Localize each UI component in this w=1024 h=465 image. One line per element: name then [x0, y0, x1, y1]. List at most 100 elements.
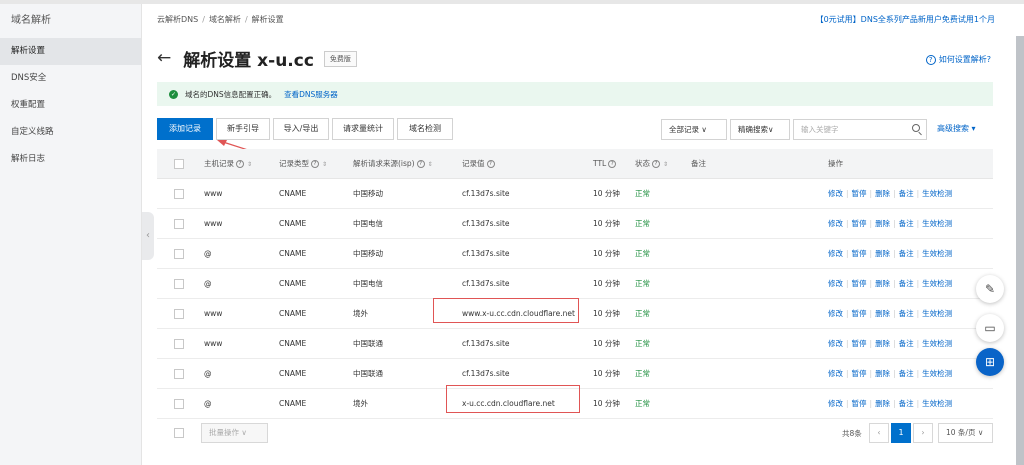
row-checkbox[interactable] — [174, 219, 184, 229]
row-action-edit[interactable]: 修改 — [828, 399, 843, 408]
sidebar-item-weight-config[interactable]: 权重配置 — [0, 92, 141, 119]
help-icon[interactable]: ? — [236, 160, 244, 168]
row-action-pause[interactable]: 暂停 — [852, 249, 867, 258]
row-action-check[interactable]: 生效检测 — [922, 339, 952, 348]
row-action-delete[interactable]: 删除 — [875, 279, 890, 288]
row-action-pause[interactable]: 暂停 — [852, 339, 867, 348]
row-action-check[interactable]: 生效检测 — [922, 219, 952, 228]
divider: | — [846, 249, 849, 258]
row-action-remark[interactable]: 备注 — [899, 279, 914, 288]
row-action-delete[interactable]: 删除 — [875, 399, 890, 408]
row-actions: 修改 | 暂停 | 删除 | 备注 | 生效检测 — [828, 209, 955, 238]
help-link[interactable]: ? 如何设置解析? — [925, 54, 991, 65]
divider: | — [846, 219, 849, 228]
highlight-box-www-cloudflare — [433, 298, 579, 323]
row-action-remark[interactable]: 备注 — [899, 399, 914, 408]
chevron-down-icon: ∨ — [701, 125, 707, 134]
cell-line: 中国联通 — [353, 369, 383, 378]
help-icon[interactable]: ? — [486, 160, 495, 168]
row-action-delete[interactable]: 删除 — [875, 249, 890, 258]
row-action-edit[interactable]: 修改 — [828, 219, 843, 228]
row-action-pause[interactable]: 暂停 — [852, 399, 867, 408]
row-checkbox[interactable] — [174, 339, 184, 349]
advanced-search-link[interactable]: 高级搜索 ▾ — [937, 123, 976, 134]
sort-icon[interactable]: ⇕ — [663, 150, 668, 179]
row-action-pause[interactable]: 暂停 — [852, 369, 867, 378]
row-action-edit[interactable]: 修改 — [828, 279, 843, 288]
row-action-remark[interactable]: 备注 — [899, 189, 914, 198]
row-checkbox[interactable] — [174, 369, 184, 379]
row-action-edit[interactable]: 修改 — [828, 339, 843, 348]
row-action-remark[interactable]: 备注 — [899, 219, 914, 228]
help-icon[interactable]: ? — [608, 160, 617, 168]
row-action-check[interactable]: 生效检测 — [922, 309, 952, 318]
divider: | — [893, 249, 896, 258]
search-icon[interactable] — [912, 124, 920, 132]
row-action-check[interactable]: 生效检测 — [922, 249, 952, 258]
row-action-edit[interactable]: 修改 — [828, 309, 843, 318]
chevron-down-icon: ∨ — [241, 428, 247, 437]
cell-host: @ — [204, 279, 212, 288]
batch-operations-dropdown[interactable]: 批量操作 ∨ — [201, 423, 268, 443]
row-action-delete[interactable]: 删除 — [875, 189, 890, 198]
sidebar-collapse-handle[interactable]: ‹ — [142, 212, 154, 260]
next-page-button[interactable]: › — [913, 423, 933, 443]
apps-grid-icon: ⊞ — [984, 355, 996, 369]
help-icon[interactable]: ? — [652, 160, 660, 168]
sidebar: 域名解析 解析设置 DNS安全 权重配置 自定义线路 解析日志 — [0, 4, 142, 465]
row-checkbox[interactable] — [174, 309, 184, 319]
sidebar-item-dns-security[interactable]: DNS安全 — [0, 65, 141, 92]
scrollbar[interactable] — [1016, 36, 1024, 465]
domain-check-button[interactable]: 域名检测 — [397, 118, 453, 140]
row-action-pause[interactable]: 暂停 — [852, 279, 867, 288]
row-action-delete[interactable]: 删除 — [875, 369, 890, 378]
row-action-edit[interactable]: 修改 — [828, 369, 843, 378]
row-action-delete[interactable]: 删除 — [875, 309, 890, 318]
row-action-remark[interactable]: 备注 — [899, 249, 914, 258]
row-action-pause[interactable]: 暂停 — [852, 189, 867, 198]
row-checkbox[interactable] — [174, 249, 184, 259]
record-filter-select[interactable]: 全部记录 ∨ — [661, 119, 727, 140]
row-action-pause[interactable]: 暂停 — [852, 219, 867, 228]
sort-icon[interactable]: ⇕ — [322, 150, 327, 179]
search-mode-select[interactable]: 精确搜索∨ — [730, 119, 790, 140]
promo-link[interactable]: 【0元试用】DNS全系列产品新用户免费试用1个月 — [816, 14, 995, 25]
select-all-checkbox[interactable] — [174, 159, 184, 169]
divider: | — [916, 339, 920, 348]
row-action-remark[interactable]: 备注 — [899, 309, 914, 318]
sidebar-item-resolve-settings[interactable]: 解析设置 — [0, 38, 141, 65]
divider: | — [869, 189, 873, 198]
footer-select-checkbox[interactable] — [174, 428, 184, 438]
row-action-edit[interactable]: 修改 — [828, 189, 843, 198]
apps-float-button[interactable]: ⊞ — [976, 348, 1004, 376]
pencil-icon: ✎ — [984, 282, 996, 296]
sort-icon[interactable]: ⇕ — [247, 150, 252, 179]
top-border — [0, 0, 1024, 4]
page-button[interactable]: 1 — [891, 423, 911, 443]
row-checkbox[interactable] — [174, 279, 184, 289]
row-checkbox[interactable] — [174, 189, 184, 199]
prev-page-button[interactable]: ‹ — [869, 423, 889, 443]
sidebar-item-resolve-log[interactable]: 解析日志 — [0, 146, 141, 173]
row-action-check[interactable]: 生效检测 — [922, 399, 952, 408]
feedback-float-button[interactable]: ▭ — [976, 314, 1004, 342]
row-action-delete[interactable]: 删除 — [875, 219, 890, 228]
row-action-remark[interactable]: 备注 — [899, 369, 914, 378]
page-size-select[interactable]: 10 条/页 ∨ — [938, 423, 993, 443]
row-checkbox[interactable] — [174, 399, 184, 409]
edit-float-button[interactable]: ✎ — [976, 275, 1004, 303]
search-input[interactable] — [794, 120, 904, 139]
row-action-check[interactable]: 生效检测 — [922, 369, 952, 378]
divider: | — [869, 309, 873, 318]
help-icon[interactable]: ? — [311, 160, 319, 168]
row-action-check[interactable]: 生效检测 — [922, 279, 952, 288]
cell-ttl: 10 分钟 — [593, 249, 620, 258]
sidebar-item-custom-lines[interactable]: 自定义线路 — [0, 119, 141, 146]
help-icon[interactable]: ? — [416, 160, 425, 168]
row-action-remark[interactable]: 备注 — [899, 339, 914, 348]
row-action-delete[interactable]: 删除 — [875, 339, 890, 348]
sort-icon[interactable]: ⇕ — [428, 150, 433, 179]
row-action-check[interactable]: 生效检测 — [922, 189, 952, 198]
row-action-edit[interactable]: 修改 — [828, 249, 843, 258]
row-action-pause[interactable]: 暂停 — [852, 309, 867, 318]
